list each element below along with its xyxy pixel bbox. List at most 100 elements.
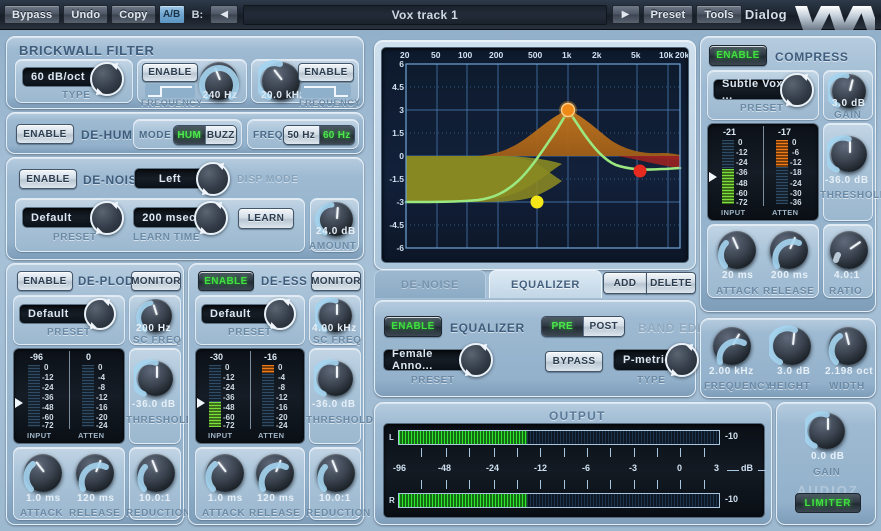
compress-dynamics-group: 20 ms ATTACK 200 ms RELEASE — [707, 224, 819, 298]
copy-button[interactable]: Copy — [111, 5, 155, 24]
deess-dynamics-group: 1.0 ms ATTACK 120 ms RELEASE — [195, 447, 305, 520]
dehum-mode-hum[interactable]: HUM — [174, 126, 206, 144]
compress-preset-knob[interactable] — [780, 73, 814, 107]
deess-input-meter-fill — [209, 402, 221, 427]
output-right-rest — [527, 494, 719, 507]
deess-scfreq-group: 4.00 kHz SC FREQ — [309, 295, 361, 345]
x-tick-5k: 5k — [631, 50, 640, 60]
preset-name-display[interactable]: Vox track 1 — [243, 5, 606, 25]
tools-menu-button[interactable]: Tools — [696, 5, 742, 24]
tab-denoise[interactable]: DE-NOISE — [374, 270, 486, 298]
deplode-reduction-group: 10.0:1 REDUCTION — [129, 447, 181, 520]
denoise-learn-button[interactable]: LEARN — [238, 208, 294, 229]
equalizer-section-title: EQUALIZER — [450, 321, 525, 335]
brickwall-lp-enable-button[interactable]: ENABLE — [298, 63, 354, 82]
y-tick-m3: -3 — [386, 197, 404, 207]
eq-pre-button[interactable]: PRE — [542, 317, 584, 336]
ab-toggle-button[interactable]: A/B — [159, 5, 185, 24]
dehum-freq-group: FREQ 50 Hz 60 Hz — [247, 119, 359, 149]
dehum-enable-button[interactable]: ENABLE — [16, 124, 74, 144]
deplode-threshold-value: -36.0 dB — [132, 399, 176, 410]
prev-preset-button[interactable]: ◀ — [210, 5, 238, 24]
denoise-amount-group: 24.0 dB AMOUNT — [310, 198, 359, 252]
compress-threshold-value: -36.0 dB — [825, 175, 869, 186]
dehum-freq-50hz[interactable]: 50 Hz — [284, 126, 320, 144]
deess-attack-value: 1.0 ms — [208, 493, 243, 504]
add-band-button[interactable]: ADD — [603, 272, 647, 294]
deess-scfreq-value: 4.00 kHz — [312, 323, 357, 334]
compress-enable-button[interactable]: ENABLE — [709, 45, 767, 66]
output-scale--48: -48 — [438, 463, 451, 473]
deplode-input-peak: -96 — [30, 352, 43, 362]
brickwall-type-display[interactable]: 60 dB/oct — [22, 67, 100, 87]
denoise-disp-mode-knob[interactable] — [196, 162, 230, 196]
deess-atten-label: ATTEN — [258, 431, 284, 440]
band-edit-panel: 2.00 kHz FREQUENCY 3.0 dB HEIGHT 2.198 o… — [700, 318, 876, 398]
compress-ratio-label: RATIO — [829, 286, 862, 297]
y-tick-0: 0 — [390, 151, 404, 161]
compress-threshold-label: THRESHOLD — [820, 190, 881, 201]
dehum-freq-60hz[interactable]: 60 Hz — [320, 126, 355, 144]
deess-threshold-label: THRESHOLD — [306, 415, 374, 426]
dehum-freq-segmented[interactable]: 50 Hz 60 Hz — [283, 125, 355, 145]
deess-enable-button[interactable]: ENABLE — [198, 271, 254, 291]
preset-menu-button[interactable]: Preset — [643, 5, 694, 24]
eq-bypass-button[interactable]: BYPASS — [545, 351, 603, 372]
deess-release-label: RELEASE — [249, 508, 300, 519]
dehum-mode-segmented[interactable]: HUM BUZZ — [173, 125, 237, 145]
compress-gain-label: GAIN — [834, 110, 861, 121]
delete-band-button[interactable]: DELETE — [646, 272, 696, 294]
deplode-reduction-value: 10.0:1 — [139, 493, 171, 504]
eq-post-button[interactable]: POST — [584, 317, 625, 336]
eq-graph-svg[interactable] — [382, 48, 689, 263]
compress-attack-label: ATTACK — [716, 286, 759, 297]
brickwall-hp-enable-button[interactable]: ENABLE — [142, 63, 198, 82]
deplode-attack-label: ATTACK — [20, 508, 63, 519]
output-right-label: R — [389, 496, 395, 505]
deess-attack-label: ATTACK — [202, 508, 245, 519]
deplode-threshold-label: THRESHOLD — [126, 415, 194, 426]
denoise-preset-knob[interactable] — [90, 201, 124, 235]
deplode-input-label: INPUT — [27, 431, 52, 440]
compress-input-meter-fill — [722, 169, 734, 204]
eq-prepost-segmented[interactable]: PRE POST — [541, 316, 625, 337]
deplode-atten-peak: 0 — [86, 352, 91, 362]
equalizer-enable-button[interactable]: ENABLE — [384, 316, 442, 337]
eq-preset-display[interactable]: Female Anno... — [383, 349, 471, 371]
deess-monitor-button[interactable]: MONITOR — [311, 271, 361, 291]
band-point-3 — [634, 165, 647, 178]
product-name: Dialog — [745, 7, 787, 22]
bypass-button[interactable]: Bypass — [4, 5, 60, 24]
eq-preset-label: PRESET — [411, 375, 455, 386]
output-left-peak: -10 — [725, 431, 738, 441]
y-tick-m4p5: -4.5 — [382, 220, 404, 230]
dehum-mode-buzz[interactable]: BUZZ — [206, 126, 237, 144]
limiter-button[interactable]: LIMITER — [795, 493, 861, 513]
deess-preset-label: PRESET — [228, 327, 272, 338]
y-tick-m1p5: -1.5 — [382, 174, 404, 184]
denoise-learn-time-knob[interactable] — [194, 201, 228, 235]
deplode-enable-button[interactable]: ENABLE — [17, 271, 73, 291]
eq-graph[interactable]: 20 50 100 200 500 1k 2k 5k 10k 20k 6 4.5… — [381, 47, 689, 263]
deplode-preset-knob[interactable] — [84, 298, 116, 330]
output-db-label: dB — [741, 463, 753, 473]
denoise-controls-group: Default PRESET 200 msec LEARN TIME LEARN — [15, 198, 305, 252]
brickwall-type-knob[interactable] — [90, 62, 124, 96]
lowpass-shape-icon — [301, 84, 351, 98]
eq-band-type-knob[interactable] — [665, 343, 699, 377]
next-preset-button[interactable]: ▶ — [612, 5, 640, 24]
output-gain-arc — [805, 409, 849, 453]
deess-attack-arc — [202, 450, 248, 496]
y-tick-m6: -6 — [386, 243, 404, 253]
band-point-2 — [562, 104, 575, 117]
deplode-release-label: RELEASE — [69, 508, 120, 519]
eq-preset-knob[interactable] — [459, 343, 493, 377]
tab-equalizer[interactable]: EQUALIZER — [489, 270, 602, 298]
output-scale-0: 0 — [677, 463, 682, 473]
deess-preset-knob[interactable] — [264, 298, 296, 330]
deplode-monitor-button[interactable]: MONITOR — [131, 271, 181, 291]
undo-button[interactable]: Undo — [63, 5, 108, 24]
denoise-enable-button[interactable]: ENABLE — [19, 169, 77, 189]
compress-atten-meter — [776, 140, 788, 204]
output-scale--3: -3 — [629, 463, 637, 473]
